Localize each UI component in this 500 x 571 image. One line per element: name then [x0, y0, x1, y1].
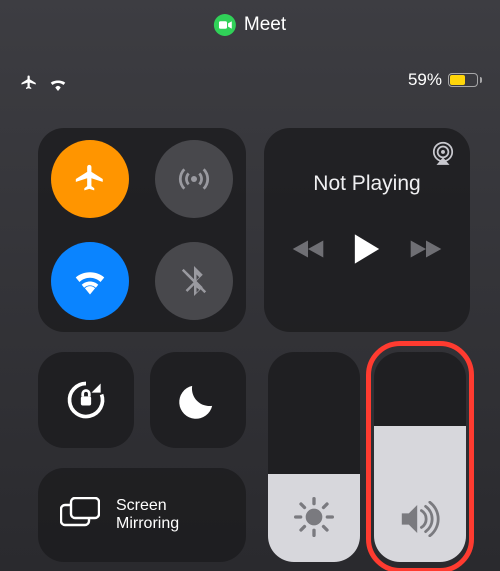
airplane-mode-button[interactable] — [51, 140, 129, 218]
airplay-icon[interactable] — [430, 140, 456, 171]
battery-icon — [448, 73, 478, 87]
screen-mirroring-button[interactable]: Screen Mirroring — [38, 468, 246, 562]
wifi-button[interactable] — [51, 242, 129, 320]
rotation-lock-button[interactable] — [38, 352, 134, 448]
camera-in-use-pill[interactable]: Meet — [214, 14, 286, 36]
cellular-data-button[interactable] — [155, 140, 233, 218]
media-tile[interactable]: Not Playing — [264, 128, 470, 332]
airplane-mode-icon — [20, 74, 38, 92]
brightness-icon — [294, 497, 334, 542]
status-bar-right: 59% — [408, 70, 478, 90]
play-button[interactable] — [352, 232, 382, 271]
bluetooth-button[interactable] — [155, 242, 233, 320]
pill-app-label: Meet — [244, 14, 286, 36]
previous-track-button[interactable] — [291, 238, 325, 265]
volume-icon — [399, 501, 441, 542]
battery-percent-label: 59% — [408, 70, 442, 90]
now-playing-label: Not Playing — [313, 172, 420, 196]
screen-mirroring-label: Screen Mirroring — [116, 497, 179, 534]
camera-icon — [214, 14, 236, 36]
do-not-disturb-button[interactable] — [150, 352, 246, 448]
wifi-icon — [48, 76, 68, 91]
brightness-slider[interactable] — [268, 352, 360, 562]
next-track-button[interactable] — [409, 238, 443, 265]
screen-mirroring-icon — [60, 497, 100, 534]
volume-slider[interactable] — [374, 352, 466, 562]
connectivity-tile[interactable] — [38, 128, 246, 332]
status-bar-left — [20, 74, 68, 92]
